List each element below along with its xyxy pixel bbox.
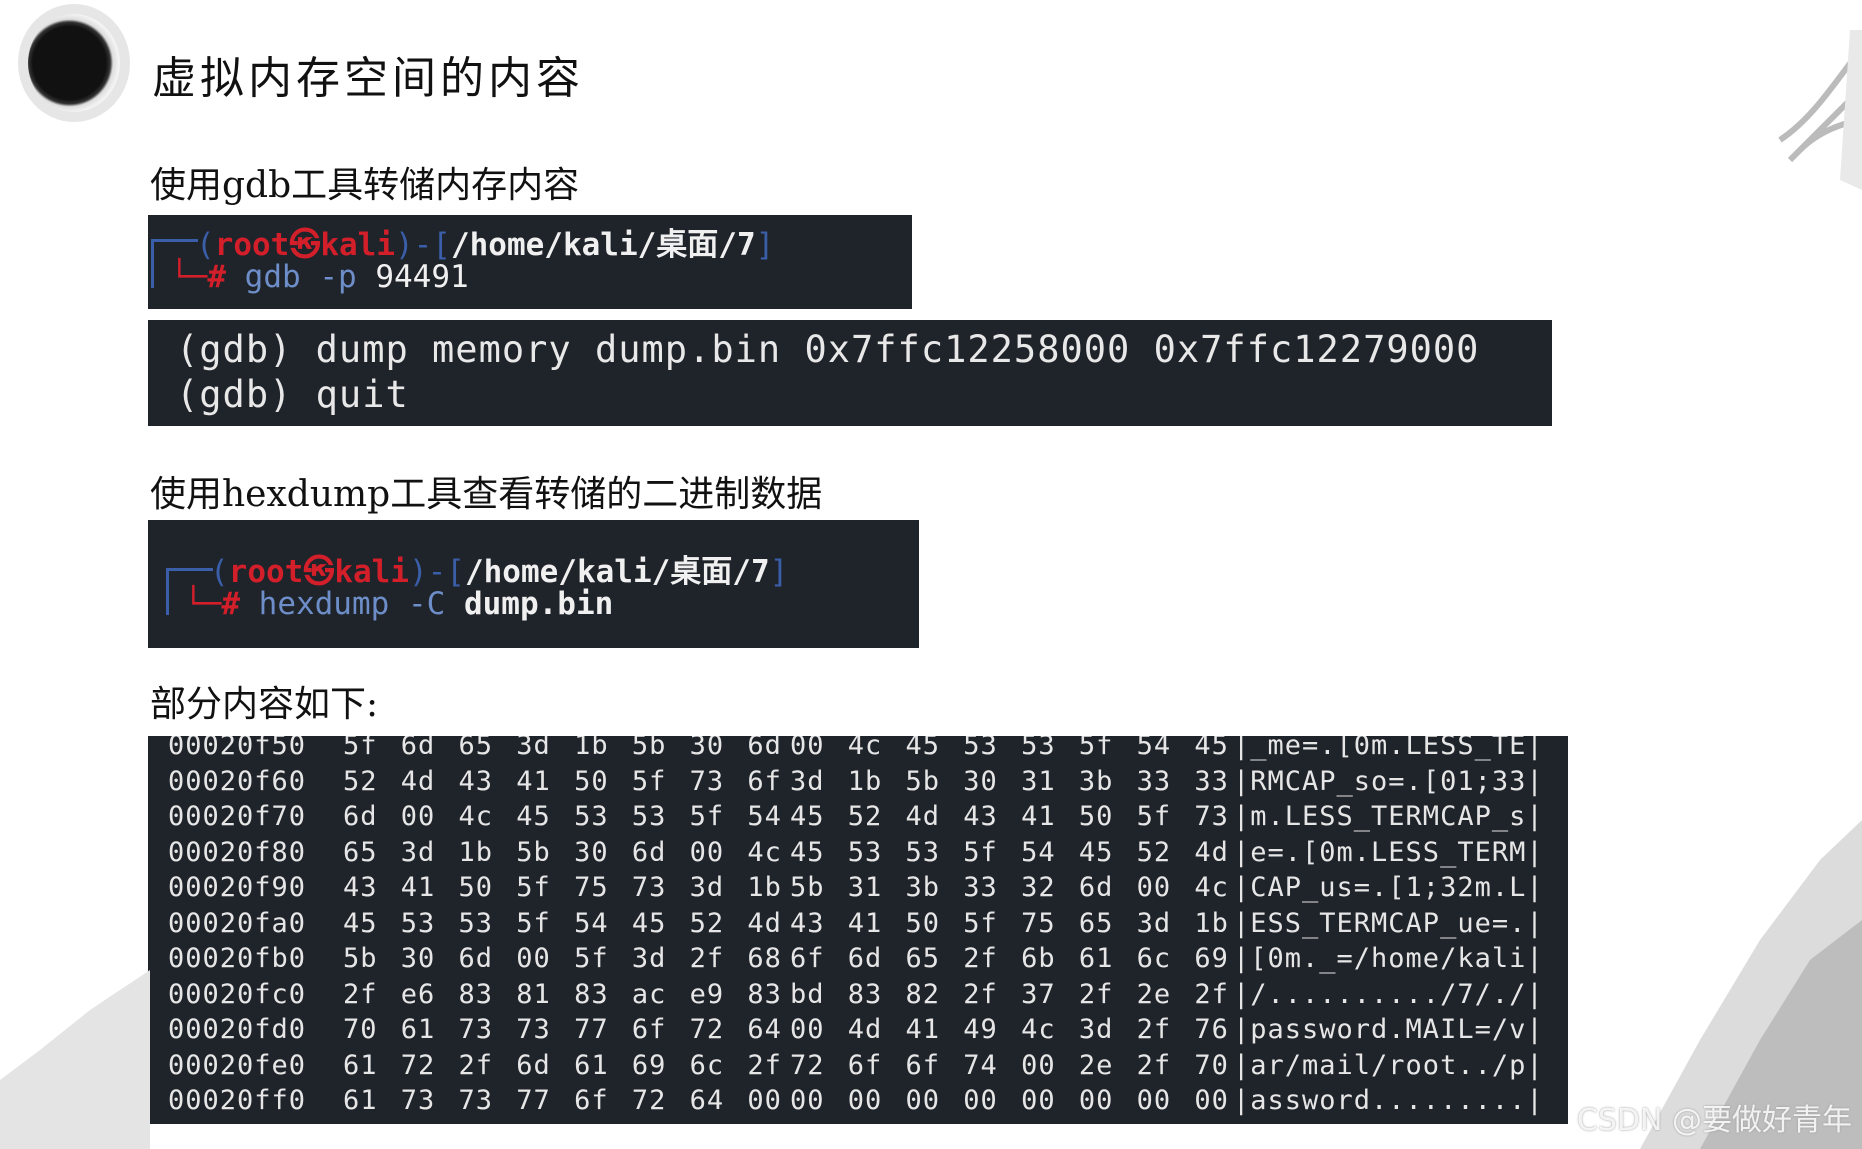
- hexdump-bytes-group1: 6d 00 4c 45 53 53 5f 54: [343, 801, 782, 832]
- prompt-bracket: (: [210, 554, 229, 590]
- gdb-dump-line: (gdb) dump memory dump.bin 0x7ffc1225800…: [176, 328, 1480, 371]
- hexdump-offset: 00020fa0: [168, 907, 307, 939]
- hexdump-offset: 00020f80: [168, 836, 307, 868]
- ink-mountain-left: [0, 970, 150, 1149]
- hexdump-ascii: |assword.........|: [1233, 1085, 1544, 1116]
- terminal-hexdump-launch: (root㉿kali)-[/home/kali/桌面/7] └─# hexdum…: [148, 520, 919, 648]
- command-flag: -C: [407, 586, 446, 622]
- csdn-watermark: CSDN @要做好青年: [1576, 1103, 1852, 1138]
- hexdump-bytes-group1: 70 61 73 73 77 6f 72 64: [343, 1014, 782, 1045]
- hexdump-bytes-group2: 00 4c 45 53 53 5f 54 45: [790, 736, 1229, 761]
- prompt-bracket: (: [196, 227, 215, 263]
- prompt-path: /home/kali/桌面/7: [450, 227, 756, 263]
- ink-circle-logo: [18, 4, 130, 122]
- hexdump-bytes-group2: 6f 6d 65 2f 6b 61 6c 69: [790, 943, 1229, 974]
- hexdump-bytes-group1: 5f 6d 65 3d 1b 5b 30 6d: [343, 736, 782, 761]
- prompt-bracket: ]: [769, 554, 789, 590]
- gdb-quit-line: (gdb) quit: [176, 373, 409, 416]
- section-label-hexdump: 使用hexdump工具查看转储的二进制数据: [150, 474, 823, 515]
- command-name: hexdump: [258, 586, 390, 622]
- hexdump-bytes-group1: 52 4d 43 41 50 5f 73 6f: [343, 765, 782, 797]
- hexdump-offset: 00020ff0: [168, 1085, 307, 1116]
- hexdump-offset: 00020fc0: [168, 978, 307, 1010]
- hexdump-bytes-group1: 61 72 2f 6d 61 69 6c 2f: [343, 1049, 782, 1081]
- command-flag: -p: [319, 259, 357, 295]
- hexdump-bytes-group1: 65 3d 1b 5b 30 6d 00 4c: [343, 836, 782, 868]
- command-name: gdb: [244, 259, 301, 295]
- hexdump-offset: 00020f60: [168, 765, 307, 797]
- hexdump-offset: 00020fe0: [168, 1049, 307, 1081]
- prompt-command-line: └─# hexdump -C dump.bin: [184, 586, 613, 622]
- prompt-hash: └─#: [170, 259, 245, 295]
- terminal-gdb-launch: (root㉿kali)-[/home/kali/桌面/7] └─# gdb -p…: [148, 215, 912, 309]
- prompt-header: (root㉿kali)-[/home/kali/桌面/7]: [196, 219, 774, 264]
- hexdump-ascii: |e=.[0m.LESS_TERM|: [1233, 836, 1544, 868]
- hexdump-ascii: |ar/mail/root../p|: [1233, 1049, 1544, 1081]
- hexdump-bytes-group1: 45 53 53 5f 54 45 52 4d: [343, 907, 782, 939]
- hexdump-bytes-group2: bd 83 82 2f 37 2f 2e 2f: [790, 978, 1229, 1010]
- prompt-header: (root㉿kali)-[/home/kali/桌面/7]: [210, 546, 788, 591]
- hexdump-ascii: |CAP_us=.[1;32m.L|: [1233, 872, 1544, 903]
- hexdump-offset: 00020f90: [168, 872, 307, 903]
- prompt-user: root㉿kali: [214, 227, 395, 263]
- hexdump-offset: 00020f70: [168, 801, 307, 832]
- hexdump-bytes-group2: 45 53 53 5f 54 45 52 4d: [790, 836, 1229, 868]
- prompt-bracket: )-[: [394, 227, 451, 263]
- hexdump-bytes-group2: 72 6f 6f 74 00 2e 2f 70: [790, 1049, 1229, 1081]
- hexdump-ascii: |_me=.[0m.LESS_TE|: [1233, 736, 1544, 761]
- ink-bamboo-decoration: [1778, 30, 1862, 190]
- hexdump-offset: 00020f50: [168, 736, 307, 761]
- prompt-bracket: ]: [755, 227, 775, 263]
- hexdump-ascii: |[0m._=/home/kali|: [1233, 943, 1544, 974]
- prompt-command-line: └─# gdb -p 94491: [170, 259, 469, 295]
- hexdump-ascii: |m.LESS_TERMCAP_s|: [1233, 801, 1544, 832]
- ink-mountain-right: [1640, 820, 1862, 1149]
- command-arg: 94491: [375, 259, 469, 295]
- terminal-gdb-session: (gdb) dump memory dump.bin 0x7ffc1225800…: [148, 320, 1552, 426]
- hexdump-bytes-group2: 5b 31 3b 33 32 6d 00 4c: [790, 872, 1229, 903]
- hexdump-bytes-group1: 2f e6 83 81 83 ac e9 83: [343, 978, 782, 1010]
- page-title: 虚拟内存空间的内容: [152, 53, 584, 104]
- hexdump-bytes-group2: 3d 1b 5b 30 31 3b 33 33: [790, 765, 1229, 797]
- hexdump-ascii: |password.MAIL=/v|: [1233, 1014, 1544, 1045]
- hexdump-ascii: |/........../7/./|: [1233, 978, 1544, 1010]
- hexdump-bytes-group1: 5b 30 6d 00 5f 3d 2f 68: [343, 943, 782, 974]
- hexdump-bytes-group2: 00 00 00 00 00 00 00 00: [790, 1085, 1229, 1116]
- hexdump-bytes-group1: 61 73 73 77 6f 72 64 00: [343, 1085, 782, 1116]
- command-arg: dump.bin: [463, 586, 614, 622]
- section-label-gdb: 使用gdb工具转储内存内容: [150, 165, 580, 206]
- hexdump-offset: 00020fd0: [168, 1014, 307, 1045]
- prompt-path: /home/kali/桌面/7: [464, 554, 770, 590]
- hexdump-ascii: |RMCAP_so=.[01;33|: [1233, 765, 1544, 797]
- hexdump-bytes-group2: 45 52 4d 43 41 50 5f 73: [790, 801, 1229, 832]
- hexdump-bytes-group2: 43 41 50 5f 75 65 3d 1b: [790, 907, 1229, 939]
- prompt-user: root㉿kali: [228, 554, 409, 590]
- hexdump-offset: 00020fb0: [168, 943, 307, 974]
- prompt-hash: └─#: [184, 586, 259, 622]
- hexdump-ascii: |ESS_TERMCAP_ue=.|: [1233, 907, 1544, 939]
- hexdump-bytes-group2: 00 4d 41 49 4c 3d 2f 76: [790, 1014, 1229, 1045]
- hexdump-bytes-group1: 43 41 50 5f 75 73 3d 1b: [343, 872, 782, 903]
- section-label-partial-content: 部分内容如下:: [150, 684, 379, 725]
- terminal-hexdump-output: 00020f50 5f 6d 65 3d 1b 5b 30 6d 00 4c 45 …: [148, 736, 1568, 1124]
- prompt-bracket: )-[: [408, 554, 465, 590]
